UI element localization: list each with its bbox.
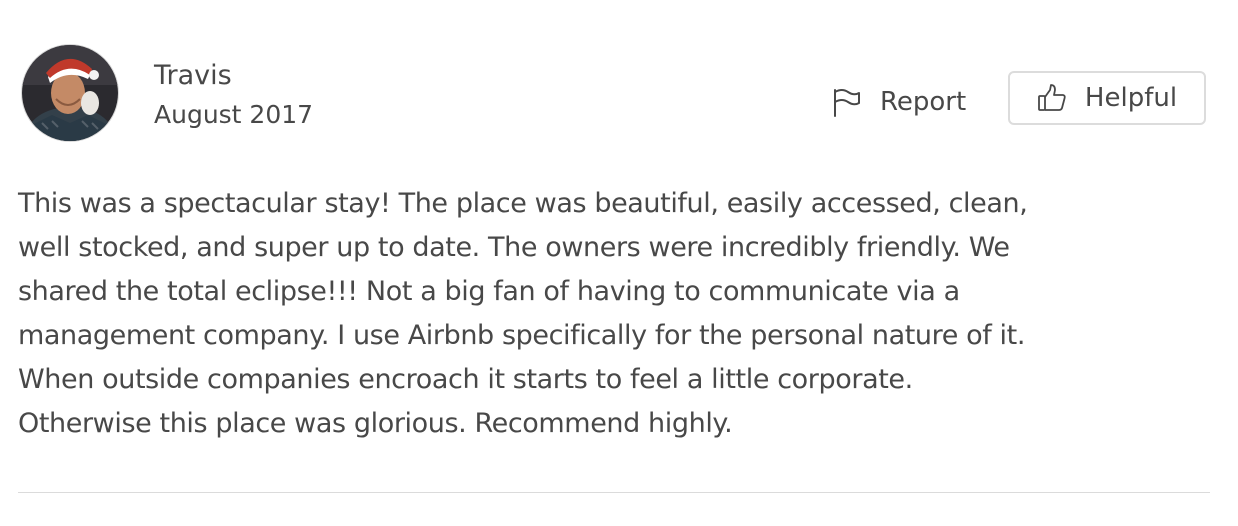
review-text: This was a spectacular stay! The place w…: [18, 182, 1218, 446]
review-line: well stocked, and super up to date. The …: [18, 232, 1010, 263]
flag-icon: [834, 89, 860, 117]
review-date: August 2017: [154, 100, 314, 129]
review-line: This was a spectacular stay! The place w…: [18, 188, 1028, 219]
review-line: shared the total eclipse!!! Not a big fa…: [18, 276, 960, 307]
review-line: Otherwise this place was glorious. Recom…: [18, 408, 733, 439]
reviewer-avatar[interactable]: [22, 45, 118, 141]
review-line: When outside companies encroach it start…: [18, 364, 913, 395]
review-line: management company. I use Airbnb specifi…: [18, 320, 1026, 351]
report-label: Report: [880, 87, 967, 117]
avatar-photo: [22, 45, 118, 141]
divider: [18, 492, 1210, 493]
helpful-label: Helpful: [1084, 83, 1178, 113]
helpful-button[interactable]: Helpful: [1008, 71, 1206, 125]
reviewer-name[interactable]: Travis: [154, 58, 232, 94]
thumbs-up-icon: [1038, 84, 1066, 111]
report-button[interactable]: Report: [830, 80, 966, 124]
